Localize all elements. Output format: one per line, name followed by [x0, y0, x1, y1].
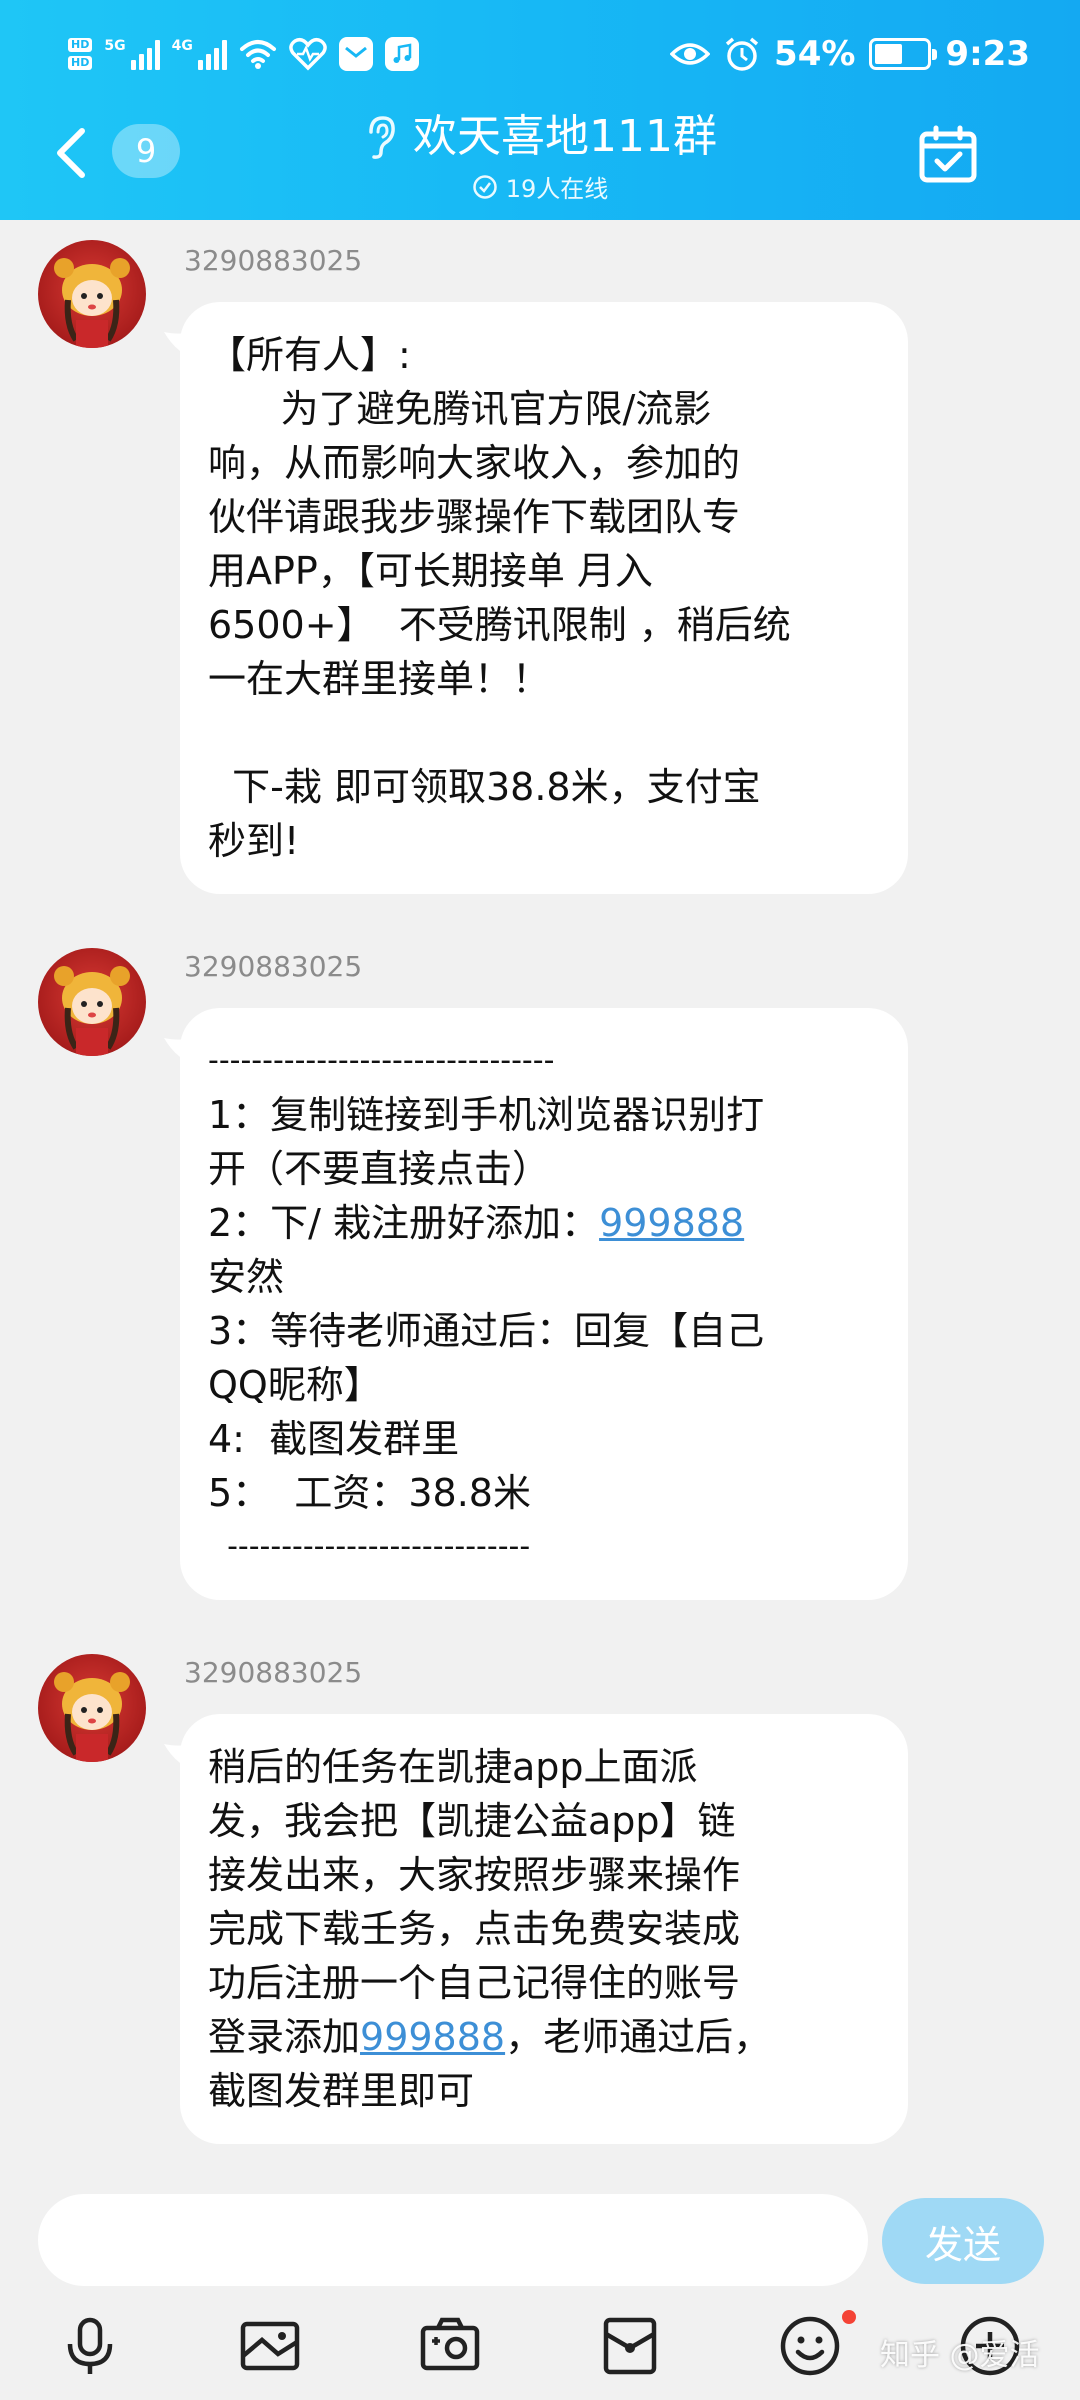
battery-fill: [875, 44, 903, 64]
message-line: 稍后的任务在凯捷app上面派: [208, 1745, 698, 1789]
health-icon: [289, 37, 327, 71]
avatar[interactable]: [38, 948, 146, 1056]
message-bubble[interactable]: -------------------------------- 1：复制链接到…: [164, 1008, 908, 1600]
chat-header: HD HD 5G 4G 54% 9:23 9 欢天喜地111群 19人在线: [0, 0, 1080, 220]
message-line: 一在大群里接单！！: [208, 657, 551, 701]
chat-title: 欢天喜地111群: [413, 111, 717, 162]
message-line: 3：等待老师通过后：回复【自己: [208, 1309, 765, 1353]
message-line: 1：复制链接到手机浏览器识别打: [208, 1093, 765, 1137]
message-line: 4: 截图发群里: [208, 1417, 460, 1461]
message-input[interactable]: [38, 2194, 868, 2286]
sender-id: 3290883025: [184, 244, 363, 277]
avatar-image: [54, 966, 130, 1056]
message-line: 登录添加999888，老师通过后，: [208, 2010, 878, 2064]
bubble-tail: [164, 1036, 198, 1064]
signal-5g-icon: 5G: [104, 38, 160, 70]
avatar[interactable]: [38, 1654, 146, 1762]
message-line: 【所有人】:: [208, 333, 411, 377]
emoji-icon[interactable]: [778, 2314, 842, 2378]
message-line: 5： 工资：38.8米: [208, 1471, 531, 1515]
message-line: ----------------------------: [208, 1529, 531, 1564]
send-button[interactable]: 发送: [882, 2198, 1044, 2284]
ear-icon[interactable]: [363, 114, 397, 160]
battery-icon: [869, 38, 938, 70]
message-line: 用APP，【可长期接单 月入: [208, 549, 653, 593]
message-bubble[interactable]: 【所有人】: 为了避免腾讯官方限/流影 响，从而影响大家收入，参加的 伙伴请跟我…: [164, 302, 908, 894]
eye-icon: [670, 43, 711, 65]
microphone-icon[interactable]: [58, 2314, 122, 2378]
message-line: --------------------------------: [208, 1043, 555, 1078]
message-line: 发，我会把【凯捷公益app】链: [208, 1799, 736, 1843]
avatar[interactable]: [38, 240, 146, 348]
red-packet-icon[interactable]: [598, 2314, 662, 2378]
wifi-icon: [239, 40, 276, 69]
message-line: QQ昵称】: [208, 1363, 382, 1407]
image-icon[interactable]: [238, 2314, 302, 2378]
bubble-tail: [164, 330, 198, 358]
message-line: 开（不要直接点击）: [208, 1147, 551, 1191]
avatar-image: [54, 1672, 130, 1762]
alarm-icon: [725, 37, 759, 71]
battery-percent: 54%: [774, 34, 856, 74]
status-left: HD HD 5G 4G: [68, 30, 419, 78]
message-line: 响，从而影响大家收入，参加的: [208, 441, 741, 485]
music-icon: [384, 37, 419, 71]
message-line: 6500+】 不受腾讯限制 ，稍后统: [208, 603, 791, 647]
message-line: 下-栽 即可领取38.8米，支付宝: [208, 765, 761, 809]
hd-tag: HD: [68, 38, 93, 52]
camera-icon[interactable]: [418, 2314, 482, 2378]
clock: 9:23: [945, 34, 1030, 74]
message-line: 2：下/ 栽注册好添加：999888: [208, 1196, 878, 1250]
calendar-check-icon[interactable]: [918, 124, 978, 184]
message-line: 截图发群里即可: [208, 2069, 475, 2113]
notification-dot: [842, 2310, 856, 2324]
message-text: 登录添加: [208, 2015, 361, 2059]
message-bubble[interactable]: 稍后的任务在凯捷app上面派 发，我会把【凯捷公益app】链 接发出来，大家按照…: [164, 1714, 908, 2144]
message-line: 秒到!: [208, 819, 300, 863]
message-line: 接发出来，大家按照步骤来操作: [208, 1853, 741, 1897]
status-right: 54% 9:23: [670, 30, 1030, 78]
contact-link[interactable]: 999888: [599, 1201, 744, 1245]
online-check-icon: [472, 174, 497, 199]
sender-id: 3290883025: [184, 950, 363, 983]
message-line: 安然: [208, 1255, 285, 1299]
message-text: ，老师通过后，: [505, 2015, 772, 2059]
signal-4g-icon: 4G: [172, 38, 227, 70]
sender-id: 3290883025: [184, 1656, 363, 1689]
message-line: 功后注册一个自己记得住的账号: [208, 1961, 741, 2005]
status-bar: HD HD 5G 4G 54% 9:23: [0, 0, 1080, 105]
bubble-tail: [164, 1742, 198, 1770]
contact-link[interactable]: 999888: [360, 2015, 505, 2059]
message-line: 伙伴请跟我步骤操作下载团队专: [208, 495, 741, 539]
message-icon: [338, 37, 373, 71]
message-text: 2：下/ 栽注册好添加：: [208, 1201, 600, 1245]
watermark: 知乎 @爱活: [880, 2338, 1040, 2373]
message-line: [208, 706, 878, 760]
message-line: 为了避免腾讯官方限/流影: [208, 387, 712, 431]
hd-tag: HD: [68, 56, 93, 70]
online-count: 19人在线: [505, 175, 609, 203]
message-line: 完成下载壬务，点击免费安装成: [208, 1907, 741, 1951]
avatar-image: [54, 258, 130, 348]
